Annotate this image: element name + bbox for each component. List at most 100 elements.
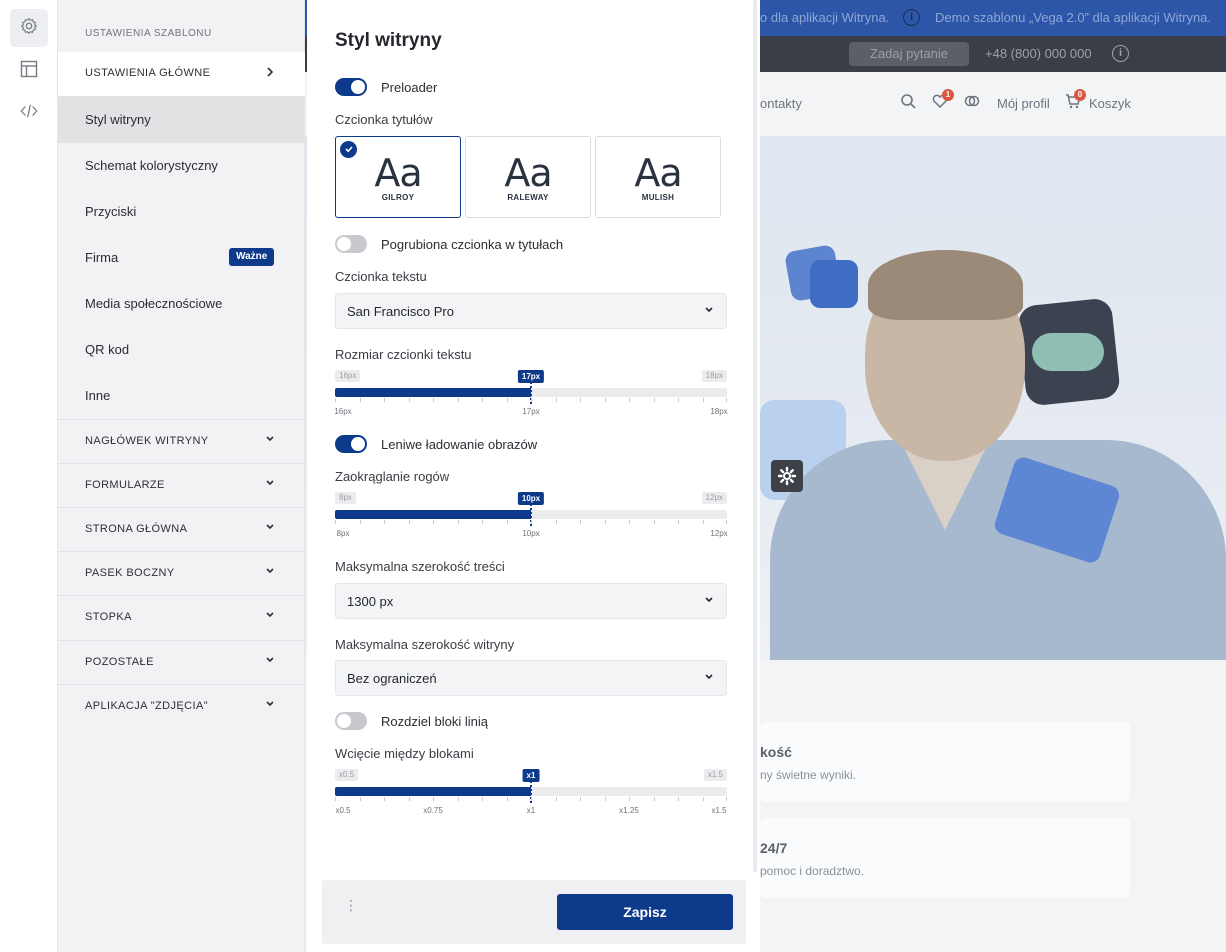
- slider-tick: [335, 520, 336, 524]
- slider-min-label: 8px: [335, 492, 356, 504]
- feature-subtitle: ny świetne wyniki.: [760, 768, 857, 782]
- slider-tick: [703, 797, 704, 801]
- lazy-load-label: Leniwe ładowanie obrazów: [381, 437, 538, 452]
- feature-card: 24/7 pomoc i doradztwo.: [760, 818, 1130, 898]
- icon-rail: [0, 0, 58, 952]
- slider-tick: [458, 398, 459, 402]
- menu-item-other[interactable]: Inne: [58, 373, 305, 419]
- slider-tick: [556, 520, 557, 524]
- section-photos-app[interactable]: APLIKACJA "ZDJĘCIA": [58, 684, 305, 728]
- section-label: APLIKACJA "ZDJĘCIA": [85, 700, 208, 712]
- rail-settings-button[interactable]: [10, 9, 48, 47]
- slider-tick: [678, 520, 679, 524]
- toggle-knob: [351, 80, 365, 94]
- toggle-knob: [337, 714, 351, 728]
- menu-item-site-style[interactable]: Styl witryny: [58, 97, 305, 143]
- bold-headings-label: Pogrubiona czcionka w tytułach: [381, 237, 564, 252]
- cart-link[interactable]: Koszyk: [1089, 96, 1131, 111]
- slider-fill: [335, 787, 531, 796]
- slider-tick-label: 8px: [336, 529, 350, 538]
- slider-tick: [409, 797, 410, 801]
- menu-item-label: Inne: [85, 388, 111, 403]
- section-label: PASEK BOCZNY: [85, 567, 175, 579]
- slider-tick: [726, 797, 727, 801]
- cart-count-badge: 0: [1074, 89, 1086, 101]
- ask-question-button[interactable]: Zadaj pytanie: [849, 42, 969, 66]
- slider-tick: [458, 520, 459, 524]
- profile-link[interactable]: Mój profil: [997, 96, 1050, 111]
- section-label: STRONA GŁÓWNA: [85, 523, 188, 535]
- slider-tick: [360, 398, 361, 402]
- slider-min-label: 16px: [335, 370, 361, 382]
- section-home-page[interactable]: STRONA GŁÓWNA: [58, 507, 305, 551]
- section-sidebar[interactable]: PASEK BOCZNY: [58, 551, 305, 595]
- chevron-down-icon: [264, 522, 276, 536]
- settings-gear-button[interactable]: [771, 460, 803, 492]
- rail-code-button[interactable]: [10, 94, 48, 132]
- section-main-settings[interactable]: USTAWIENIA GŁÓWNE: [58, 52, 305, 96]
- section-footer[interactable]: STOPKA: [58, 595, 305, 639]
- decor-shape: [810, 260, 858, 308]
- block-gap-slider[interactable]: x0.5 x1.5 x1 x0.5 x0.75 x1 x1.25 x1.5: [335, 769, 727, 819]
- save-button[interactable]: Zapisz: [557, 894, 733, 930]
- font-option-mulish[interactable]: Aa MULISH: [595, 136, 721, 218]
- section-label: FORMULARZE: [85, 479, 165, 491]
- bold-headings-toggle[interactable]: [335, 235, 367, 253]
- slider-tick: [409, 398, 410, 402]
- feature-title: 24/7: [760, 840, 788, 856]
- select-value: Bez ograniczeń: [347, 671, 437, 686]
- slider-tick-label: x0.75: [423, 806, 443, 815]
- menu-item-label: Schemat kolorystyczny: [85, 158, 218, 173]
- toggle-knob: [337, 237, 351, 251]
- chevron-down-icon: [264, 434, 276, 448]
- section-other[interactable]: POZOSTAŁE: [58, 640, 305, 684]
- rail-layout-button[interactable]: [10, 52, 48, 90]
- more-options-icon[interactable]: ⋮: [344, 898, 358, 922]
- divider-toggle[interactable]: [335, 712, 367, 730]
- slider-tick: [654, 398, 655, 402]
- preloader-toggle[interactable]: [335, 78, 367, 96]
- font-sample: Aa: [634, 151, 682, 195]
- important-badge: Ważne: [229, 248, 275, 266]
- panel-scrollbar[interactable]: [753, 0, 757, 872]
- lazy-load-toggle[interactable]: [335, 435, 367, 453]
- menu-item-social-media[interactable]: Media społecznościowe: [58, 281, 305, 327]
- slider-tick: [531, 520, 532, 524]
- menu-item-label: Media społecznościowe: [85, 296, 223, 311]
- section-site-header[interactable]: NAGŁÓWEK WITRYNY: [58, 419, 305, 463]
- menu-item-qr-code[interactable]: QR kod: [58, 327, 305, 373]
- menu-item-color-scheme[interactable]: Schemat kolorystyczny: [58, 143, 305, 189]
- slider-tick: [458, 797, 459, 801]
- nav-link-contacts[interactable]: ontakty: [760, 96, 802, 111]
- compare-icon[interactable]: [963, 93, 981, 111]
- text-font-label: Czcionka tekstu: [335, 269, 427, 284]
- site-width-select[interactable]: Bez ograniczeń: [335, 660, 727, 696]
- toggle-knob: [351, 437, 365, 451]
- site-width-label: Maksymalna szerokość witryny: [335, 637, 515, 652]
- radius-slider[interactable]: 8px 12px 10px 8px 10px 12px: [335, 492, 728, 542]
- panel-footer: ⋮ Zapisz: [322, 880, 746, 944]
- slider-tick: [556, 797, 557, 801]
- font-option-raleway[interactable]: Aa RALEWAY: [465, 136, 591, 218]
- slider-tick: [384, 797, 385, 801]
- preloader-label: Preloader: [381, 80, 438, 95]
- select-value: 1300 px: [347, 594, 394, 609]
- section-forms[interactable]: FORMULARZE: [58, 463, 305, 507]
- slider-tick: [335, 797, 336, 801]
- font-option-gilroy[interactable]: Aa GILROY: [335, 136, 461, 218]
- chevron-down-icon: [704, 670, 714, 684]
- feature-subtitle: pomoc i doradztwo.: [760, 864, 865, 878]
- section-label: STOPKA: [85, 611, 132, 623]
- slider-tick: [384, 520, 385, 524]
- phone-number: +48 (800) 000 000: [985, 46, 1092, 61]
- chevron-down-icon: [264, 478, 276, 492]
- slider-tick: [580, 398, 581, 402]
- font-size-slider[interactable]: 16px 18px 17px 16px 17px 18px: [334, 370, 728, 420]
- menu-item-buttons[interactable]: Przyciski: [58, 189, 305, 235]
- menu-item-company[interactable]: Firma Ważne: [58, 235, 305, 281]
- text-font-select[interactable]: San Francisco Pro: [335, 293, 727, 329]
- content-width-select[interactable]: 1300 px: [335, 583, 727, 619]
- feature-title: kość: [760, 744, 792, 760]
- chevron-right-icon: [264, 66, 276, 80]
- search-icon[interactable]: [899, 93, 917, 111]
